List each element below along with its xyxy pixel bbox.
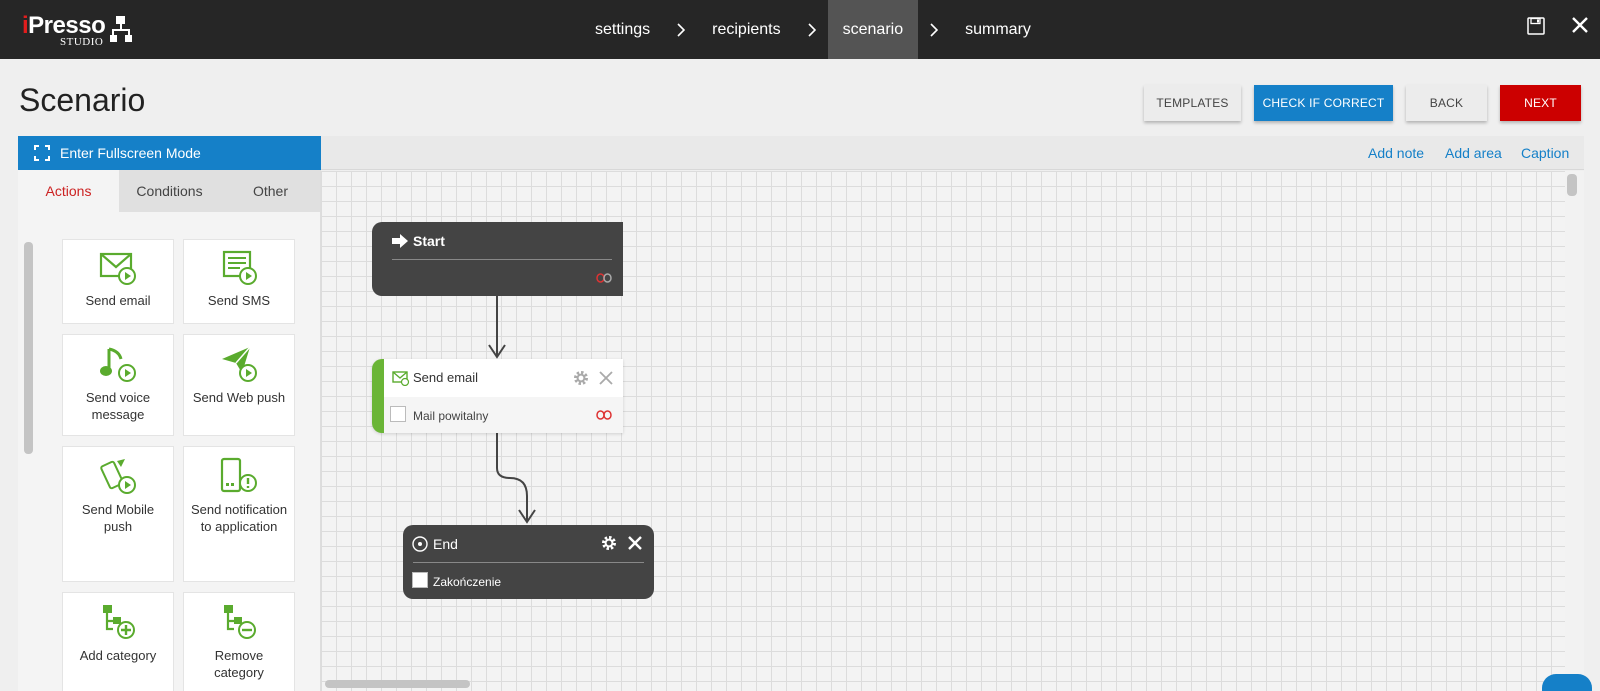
node-divider xyxy=(413,562,644,563)
add-note-link[interactable]: Add note xyxy=(1368,145,1424,161)
actions-panel: Actions Conditions Other Send email Send… xyxy=(18,170,321,691)
tab-other[interactable]: Other xyxy=(220,170,320,212)
panel-scrollbar[interactable] xyxy=(24,242,33,454)
save-icon[interactable] xyxy=(1527,17,1545,40)
canvas-vertical-scrollbar[interactable] xyxy=(1565,171,1584,681)
back-button[interactable]: BACK xyxy=(1406,85,1487,121)
check-if-correct-button[interactable]: CHECK IF CORRECT xyxy=(1254,85,1393,121)
link-icon[interactable] xyxy=(596,273,612,283)
close-icon[interactable] xyxy=(627,535,643,551)
tile-label: Add category xyxy=(79,648,157,663)
node-send-email[interactable]: Send email Mail powitalny xyxy=(372,359,623,433)
chevron-right-icon xyxy=(918,0,950,59)
add-area-link[interactable]: Add area xyxy=(1445,145,1502,161)
next-button[interactable]: NEXT xyxy=(1500,85,1581,121)
tile-label: Send email xyxy=(85,293,151,308)
crumb-settings[interactable]: settings xyxy=(580,0,665,59)
chevron-right-icon xyxy=(796,0,828,59)
tile-send-notification-to-application[interactable]: Send notification to application xyxy=(183,446,295,582)
node-divider xyxy=(392,259,612,260)
logo-hierarchy-icon xyxy=(110,16,132,42)
canvas-vertical-scroll-thumb[interactable] xyxy=(1567,174,1577,196)
gear-icon[interactable] xyxy=(572,369,590,387)
link-icon[interactable] xyxy=(596,410,612,420)
tile-label: Send SMS xyxy=(207,293,271,308)
canvas-horizontal-scroll-thumb[interactable] xyxy=(325,680,470,688)
node-start-title: Start xyxy=(413,233,445,249)
crumb-summary[interactable]: summary xyxy=(950,0,1046,59)
tab-conditions[interactable]: Conditions xyxy=(119,170,220,212)
arrow-right-icon xyxy=(392,234,408,248)
tile-label: Send voice message xyxy=(85,390,151,422)
ipresso-studio-logo[interactable]: iPresso STUDIO xyxy=(20,10,140,50)
send-email-icon xyxy=(392,371,410,386)
panel-tabs: Actions Conditions Other xyxy=(18,170,320,212)
wizard-breadcrumb: settings recipients scenario summary xyxy=(580,0,1046,59)
node-end-subtitle: Zakończenie xyxy=(433,575,502,589)
enter-fullscreen-button[interactable]: Enter Fullscreen Mode xyxy=(18,136,321,170)
gear-icon[interactable] xyxy=(600,534,618,552)
tile-send-web-push[interactable]: Send Web push xyxy=(183,334,295,436)
fullscreen-label: Enter Fullscreen Mode xyxy=(60,145,201,161)
send-sms-icon xyxy=(222,250,257,285)
tile-label: Send Mobile push xyxy=(81,502,155,534)
chevron-right-icon xyxy=(665,0,697,59)
tile-add-category[interactable]: Add category xyxy=(62,592,174,691)
tile-remove-category[interactable]: Remove category xyxy=(183,592,295,691)
close-icon[interactable] xyxy=(1571,16,1589,39)
caption-link[interactable]: Caption xyxy=(1521,145,1569,161)
help-button[interactable] xyxy=(1542,674,1592,691)
top-bar: iPresso STUDIO settings recipients scena… xyxy=(0,0,1600,59)
node-email-checkbox[interactable] xyxy=(390,406,406,422)
page-title: Scenario xyxy=(19,82,146,118)
close-icon[interactable] xyxy=(598,370,614,386)
tile-label: Send Web push xyxy=(192,390,286,405)
node-email-title: Send email xyxy=(413,370,479,385)
tab-actions[interactable]: Actions xyxy=(18,170,119,212)
send-email-icon xyxy=(99,252,136,285)
node-end-title: End xyxy=(433,536,458,552)
crumb-scenario[interactable]: scenario xyxy=(827,0,919,59)
node-end-checkbox[interactable] xyxy=(412,572,428,588)
app-notification-icon xyxy=(220,457,257,493)
mobile-push-icon xyxy=(100,459,136,494)
templates-button[interactable]: TEMPLATES xyxy=(1144,85,1241,121)
logo-studio: STUDIO xyxy=(60,36,104,48)
stop-circle-icon xyxy=(412,536,428,552)
node-start[interactable]: Start xyxy=(372,222,623,296)
tile-send-mobile-push[interactable]: Send Mobile push xyxy=(62,446,174,582)
tile-label: Remove category xyxy=(214,648,264,680)
node-email-subtitle: Mail powitalny xyxy=(413,409,489,423)
fullscreen-icon xyxy=(34,145,50,161)
canvas-toolbar: Add note Add area Caption xyxy=(321,136,1584,170)
tile-send-voice-message[interactable]: Send voice message xyxy=(62,334,174,436)
tile-send-sms[interactable]: Send SMS xyxy=(183,239,295,324)
tile-send-email[interactable]: Send email xyxy=(62,239,174,324)
crumb-recipients[interactable]: recipients xyxy=(697,0,795,59)
voice-message-icon xyxy=(100,347,136,382)
add-category-icon xyxy=(103,605,135,639)
web-push-icon xyxy=(222,346,257,382)
node-end[interactable]: End Zakończenie xyxy=(403,525,654,599)
tile-label: Send notification to application xyxy=(190,502,288,534)
remove-category-icon xyxy=(224,605,256,639)
